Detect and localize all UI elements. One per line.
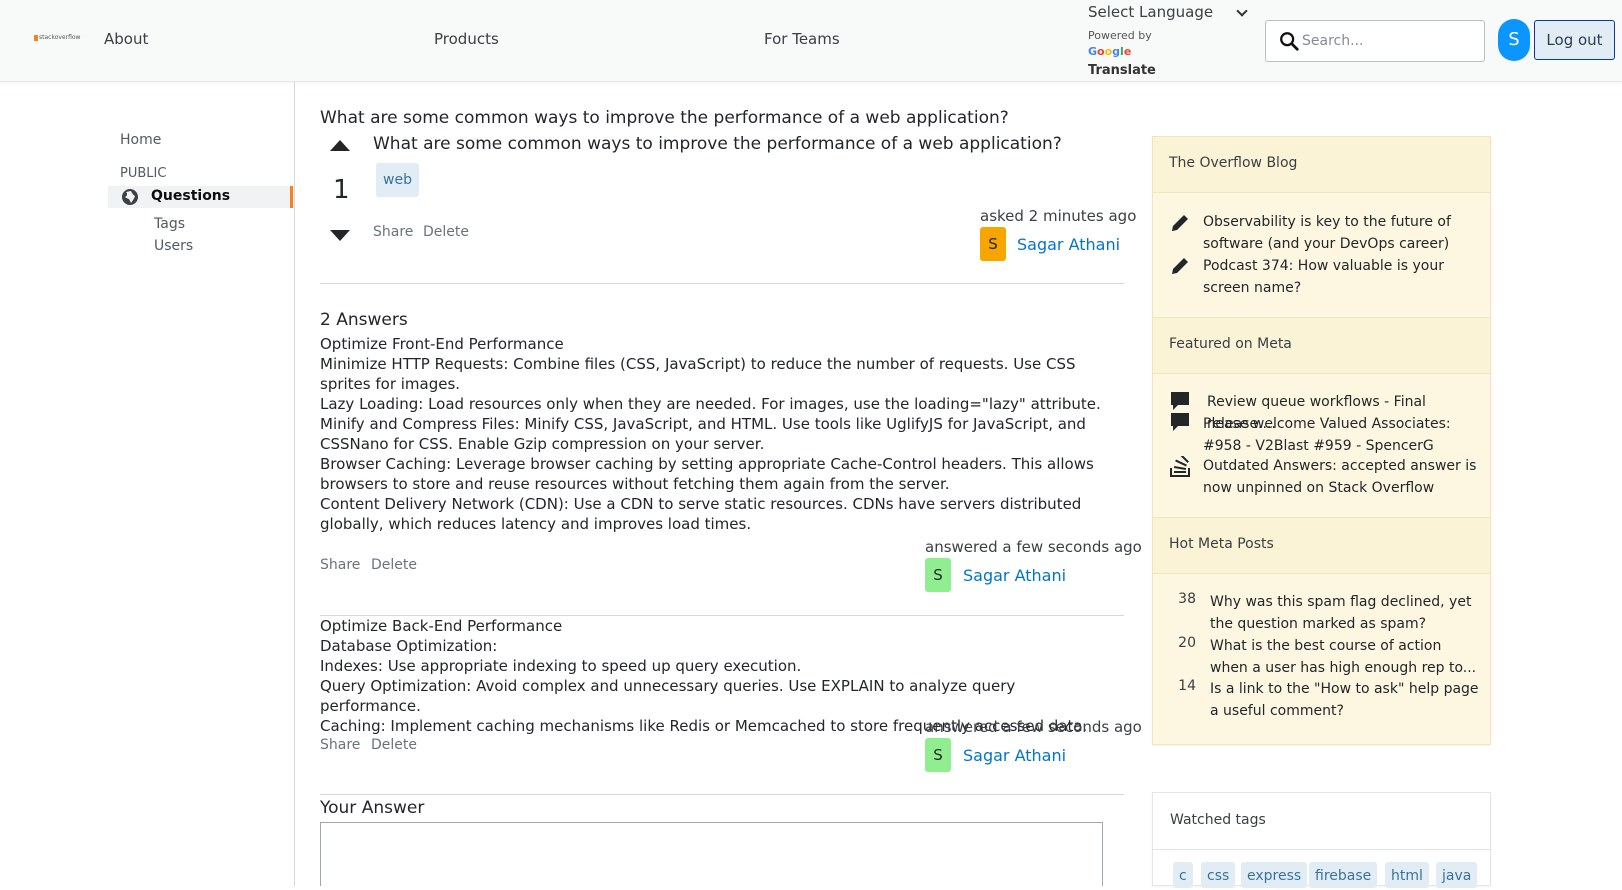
question-delete-link[interactable]: Delete (423, 224, 469, 240)
answer-body: Optimize Front-End Performance Minimize … (320, 334, 1120, 534)
downvote-arrow-icon[interactable] (330, 230, 350, 241)
widget-header-blog: The Overflow Blog (1153, 136, 1490, 193)
hot-post-link[interactable]: Is a link to the "How to ask" help page … (1210, 678, 1480, 722)
answer-share-link[interactable]: Share (320, 557, 360, 573)
question-title: What are some common ways to improve the… (320, 108, 1009, 128)
answer-line: Optimize Back-End Performance (320, 617, 563, 635)
question-user-name[interactable]: Sagar Athani (1017, 235, 1120, 254)
google-logo-text: Google (1088, 45, 1132, 58)
question-tag[interactable]: web (376, 163, 419, 197)
answer-user-name[interactable]: Sagar Athani (963, 566, 1066, 585)
answered-time: answered a few seconds ago (925, 538, 1142, 556)
answer-line: Query Optimization: Avoid complex and un… (320, 677, 1016, 715)
answer-line: Browser Caching: Leverage browser cachin… (320, 455, 1094, 493)
globe-icon (122, 189, 138, 205)
question-user-avatar[interactable]: S (980, 227, 1006, 261)
hot-post-link[interactable]: What is the best course of action when a… (1210, 635, 1480, 679)
search-placeholder: Search... (1302, 33, 1364, 49)
answer-share-link[interactable]: Share (320, 737, 360, 753)
vote-count: 1 (333, 175, 350, 205)
answer-user-name[interactable]: Sagar Athani (963, 746, 1066, 765)
left-sidebar: Home PUBLIC Questions Tags Users (0, 82, 295, 886)
translate-link[interactable]: Translate (1088, 63, 1156, 78)
sidebar-section-public: PUBLIC (120, 166, 167, 181)
logout-button[interactable]: Log out (1534, 20, 1615, 60)
answer-user-avatar[interactable]: S (925, 558, 951, 592)
divider (320, 283, 1124, 284)
answer-line: Minify and Compress Files: Minify CSS, J… (320, 415, 1086, 453)
widget-title: Featured on Meta (1169, 336, 1292, 352)
pencil-icon (1172, 258, 1188, 274)
watched-tag[interactable]: firebase (1309, 862, 1378, 888)
blog-item[interactable]: Podcast 374: How valuable is your screen… (1203, 255, 1478, 299)
meta-item[interactable]: Outdated Answers: accepted answer is now… (1203, 455, 1478, 499)
answer-line: Content Delivery Network (CDN): Use a CD… (320, 495, 1082, 533)
hot-post-link[interactable]: Why was this spam flag declined, yet the… (1210, 591, 1480, 635)
sidebar-widget: The Overflow Blog Observability is key t… (1152, 136, 1491, 745)
widget-header-meta: Featured on Meta (1153, 317, 1490, 374)
divider (320, 794, 1124, 795)
answers-count: 2 Answers (320, 310, 408, 330)
search-icon (1280, 32, 1299, 51)
sidebar-item-users[interactable]: Users (154, 238, 193, 254)
question-share-link[interactable]: Share (373, 224, 413, 240)
upvote-arrow-icon[interactable] (330, 140, 350, 151)
hot-post-score: 14 (1178, 678, 1196, 694)
sidebar-item-tags[interactable]: Tags (154, 216, 185, 232)
top-bar: stackoverflow About Products For Teams S… (0, 0, 1622, 82)
meta-item[interactable]: Please welcome Valued Associates: #958 -… (1203, 413, 1478, 457)
answer-delete-link[interactable]: Delete (371, 737, 417, 753)
chevron-down-icon (1236, 5, 1248, 17)
answer-line: Optimize Front-End Performance (320, 335, 564, 353)
sidebar-item-home[interactable]: Home (120, 132, 161, 148)
widget-title: The Overflow Blog (1169, 155, 1298, 171)
watched-tag[interactable]: java (1436, 862, 1478, 888)
user-avatar[interactable]: S (1498, 19, 1530, 61)
watched-tag[interactable]: html (1385, 862, 1429, 888)
nav-about[interactable]: About (104, 30, 148, 48)
hot-post-score: 20 (1178, 635, 1196, 651)
widget-title: Watched tags (1170, 812, 1266, 828)
answer-line: Lazy Loading: Load resources only when t… (320, 395, 1101, 413)
chat-bubble-icon (1171, 413, 1189, 431)
watched-tag[interactable]: c (1173, 862, 1193, 888)
search-input[interactable]: Search... (1265, 20, 1485, 62)
watched-tag[interactable]: express (1241, 862, 1308, 888)
question-body: What are some common ways to improve the… (373, 134, 1062, 154)
sidebar-item-questions[interactable]: Questions (108, 186, 293, 208)
answer-line: Minimize HTTP Requests: Combine files (C… (320, 355, 1076, 393)
sidebar-item-label: Questions (151, 188, 231, 204)
answer-textarea[interactable] (320, 822, 1103, 886)
watched-tags-widget: Watched tags c css express firebase html… (1152, 792, 1491, 888)
answer-line: Indexes: Use appropriate indexing to spe… (320, 657, 802, 675)
blog-item[interactable]: Observability is key to the future of so… (1203, 211, 1478, 255)
nav-for-teams[interactable]: For Teams (764, 30, 840, 48)
stack-icon (1170, 456, 1190, 477)
site-logo[interactable]: stackoverflow (34, 34, 80, 41)
language-select[interactable]: Select Language (1088, 3, 1248, 25)
your-answer-heading: Your Answer (320, 798, 425, 818)
hot-post-score: 38 (1178, 591, 1196, 607)
asked-time: asked 2 minutes ago (980, 207, 1137, 225)
nav-products[interactable]: Products (434, 30, 499, 48)
answer-user-avatar[interactable]: S (925, 738, 951, 772)
answer-line: Database Optimization: (320, 637, 498, 655)
widget-title: Hot Meta Posts (1169, 536, 1274, 552)
pencil-icon (1172, 215, 1188, 231)
widget-header-hot: Hot Meta Posts (1153, 517, 1490, 574)
powered-by-label: Powered by (1088, 29, 1152, 42)
chat-bubble-icon (1171, 392, 1189, 410)
answered-time: answered a few seconds ago (925, 718, 1142, 736)
answer-delete-link[interactable]: Delete (371, 557, 417, 573)
watched-tag[interactable]: css (1201, 862, 1236, 888)
divider (1153, 849, 1490, 850)
